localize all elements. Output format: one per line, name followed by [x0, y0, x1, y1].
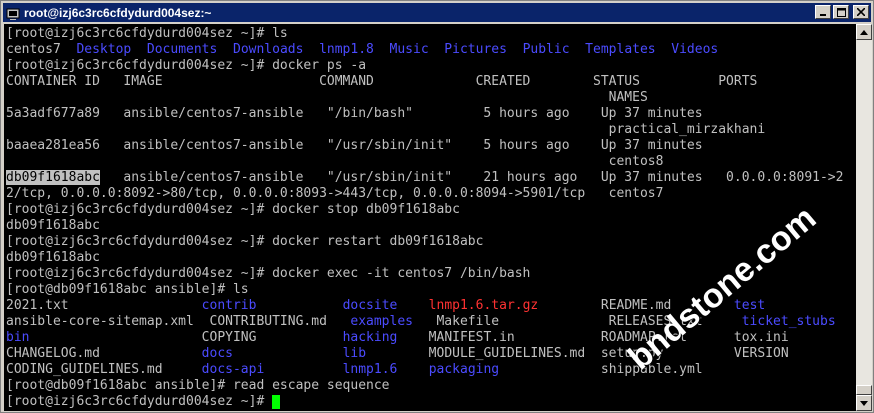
terminal-text: ansible-core-sitemap.xml CONTRIBUTING.md	[6, 314, 351, 329]
terminal-text: centos8	[6, 154, 664, 169]
terminal-line: 2/tcp, 0.0.0.0:8092->80/tcp, 0.0.0.0:809…	[6, 186, 663, 202]
terminal-text: CHANGELOG.md	[6, 346, 202, 361]
terminal-text: contrib	[201, 298, 257, 313]
terminal-line: [root@db09f1618abc ansible]# ls	[6, 282, 249, 298]
terminal-text: [root@izj6c3rc6cfdydurd004sez ~]# docker…	[6, 266, 531, 281]
terminal-line: [root@izj6c3rc6cfdydurd004sez ~]# docker…	[6, 58, 366, 74]
terminal-text: db09f1618abc	[6, 250, 100, 265]
terminal-text: Desktop Documents Downloads lnmp1.8 Musi…	[76, 42, 719, 57]
terminal-text: [root@izj6c3rc6cfdydurd004sez ~]# docker…	[6, 234, 484, 249]
terminal-text: MANIFEST.in ROADMAP.rst tox.ini	[397, 330, 789, 345]
terminal-line: 2021.txt contrib docsite lnmp1.6.tar.gz …	[6, 298, 765, 314]
arrow-up-icon	[860, 29, 868, 35]
cursor	[272, 394, 281, 409]
terminal-line: [root@izj6c3rc6cfdydurd004sez ~]# docker…	[6, 202, 460, 218]
terminal-line: CODING_GUIDELINES.md docs-api lnmp1.6 pa…	[6, 362, 703, 378]
terminal-text: CONTAINER ID IMAGE COMMAND CREATED STATU…	[6, 74, 758, 89]
terminal-text: ansible/centos7-ansible "/usr/sbin/init"…	[99, 170, 844, 185]
terminal-line: [root@izj6c3rc6cfdydurd004sez ~]# docker…	[6, 266, 530, 282]
terminal-text: examples	[350, 314, 413, 329]
terminal-line: db09f1618abc ansible/centos7-ansible "/u…	[6, 170, 843, 186]
terminal-text: [root@izj6c3rc6cfdydurd004sez ~]#	[6, 394, 273, 409]
scroll-up-button[interactable]	[856, 24, 872, 40]
terminal-line: CONTAINER ID IMAGE COMMAND CREATED STATU…	[6, 74, 757, 90]
terminal-text: packaging	[428, 362, 500, 377]
vertical-scrollbar[interactable]	[856, 24, 872, 411]
close-button[interactable]	[853, 5, 869, 19]
terminal-text: CODING_GUIDELINES.md	[6, 362, 202, 377]
terminal-text: baaea281ea56 ansible/centos7-ansible "/u…	[6, 138, 703, 153]
terminal-output[interactable]: [root@izj6c3rc6cfdydurd004sez ~]# ls cent…	[4, 24, 856, 411]
terminal-text: hacking	[342, 330, 398, 345]
arrow-down-icon	[860, 400, 868, 406]
terminal-text: [root@db09f1618abc ansible]# ls	[6, 282, 249, 297]
window-title: root@izj6c3rc6cfdydurd004sez:~	[24, 5, 212, 20]
terminal-line: db09f1618abc	[6, 218, 100, 234]
minimize-button[interactable]	[815, 5, 831, 19]
terminal-text: MODULE_GUIDELINES.md setup.py VERSION	[366, 346, 789, 361]
terminal-text: db09f1618abc	[6, 170, 100, 185]
terminal-text: centos7	[6, 42, 77, 57]
terminal-text: bin	[6, 330, 30, 345]
terminal-text: db09f1618abc	[6, 218, 100, 233]
terminal-line: centos8	[6, 154, 664, 170]
minimize-icon	[820, 14, 826, 16]
terminal-text: 2021.txt	[6, 298, 202, 313]
putty-window: root@izj6c3rc6cfdydurd004sez:~ [root@izj…	[0, 0, 874, 413]
terminal-text: shippable.yml	[499, 362, 703, 377]
terminal-text: practical_mirzakhani	[6, 122, 766, 137]
terminal-text: lnmp1.6	[342, 362, 398, 377]
maximize-button[interactable]	[833, 5, 849, 19]
terminal-text: [root@izj6c3rc6cfdydurd004sez ~]# ls	[6, 26, 288, 41]
terminal-text: [root@db09f1618abc ansible]# read escape…	[6, 378, 390, 393]
terminal-text: lib	[342, 346, 367, 361]
terminal-text: [root@izj6c3rc6cfdydurd004sez ~]# docker…	[6, 58, 367, 73]
close-icon	[857, 8, 865, 16]
terminal-text: NAMES	[6, 90, 648, 105]
terminal-line: 5a3adf677a89 ansible/centos7-ansible "/b…	[6, 106, 703, 122]
terminal-text: 2/tcp, 0.0.0.0:8092->80/tcp, 0.0.0.0:809…	[6, 186, 664, 201]
terminal-app-icon	[6, 6, 20, 20]
terminal-text: ticket_stubs	[741, 314, 836, 329]
terminal-line: [root@db09f1618abc ansible]# read escape…	[6, 378, 390, 394]
terminal-line: [root@izj6c3rc6cfdydurd004sez ~]#	[6, 394, 281, 410]
terminal-text: COPYING	[29, 330, 343, 345]
terminal-text: 5a3adf677a89 ansible/centos7-ansible "/b…	[6, 106, 703, 121]
title-bar[interactable]: root@izj6c3rc6cfdydurd004sez:~	[3, 3, 871, 22]
terminal-line: practical_mirzakhani	[6, 122, 766, 138]
scrollbar-thumb[interactable]	[856, 385, 872, 395]
terminal-text: docs-api	[201, 362, 265, 377]
terminal-text: lnmp1.6.tar.gz	[428, 298, 539, 313]
window-controls	[815, 5, 869, 19]
terminal-text: docs	[201, 346, 233, 361]
maximize-icon	[836, 7, 846, 17]
terminal-line: centos7 Desktop Documents Downloads lnmp…	[6, 42, 718, 58]
terminal-text: [root@izj6c3rc6cfdydurd004sez ~]# docker…	[6, 202, 460, 217]
terminal-line: baaea281ea56 ansible/centos7-ansible "/u…	[6, 138, 703, 154]
terminal-line: [root@izj6c3rc6cfdydurd004sez ~]# ls	[6, 26, 288, 42]
terminal-line: db09f1618abc	[6, 250, 100, 266]
terminal-line: [root@izj6c3rc6cfdydurd004sez ~]# docker…	[6, 234, 483, 250]
scroll-down-button[interactable]	[856, 395, 872, 411]
terminal-line: NAMES	[6, 90, 648, 106]
terminal-text: docsite	[342, 298, 398, 313]
